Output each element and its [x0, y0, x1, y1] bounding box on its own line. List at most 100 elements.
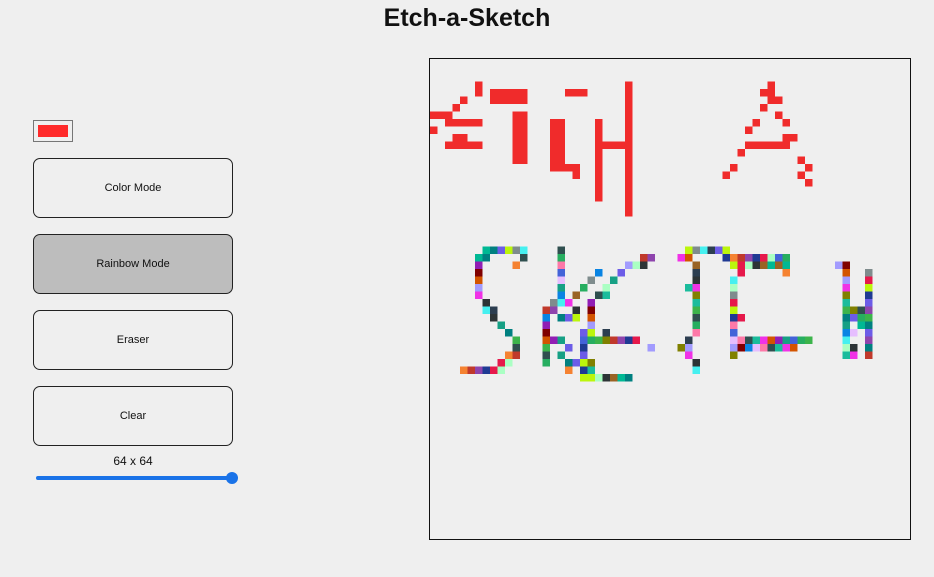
grid-cell[interactable] [767, 141, 776, 150]
grid-cell[interactable] [467, 366, 476, 375]
grid-cell[interactable] [745, 261, 753, 270]
grid-cell[interactable] [625, 96, 633, 105]
grid-cell[interactable] [542, 359, 551, 367]
grid-cell[interactable] [557, 134, 566, 142]
grid-cell[interactable] [595, 269, 603, 277]
grid-cell[interactable] [790, 336, 798, 345]
grid-cell[interactable] [617, 141, 626, 150]
grid-cell[interactable] [550, 156, 558, 165]
grid-cell[interactable] [557, 291, 566, 300]
grid-cell[interactable] [610, 141, 618, 150]
grid-cell[interactable] [805, 336, 813, 345]
grid-cell[interactable] [452, 104, 461, 112]
grid-cell[interactable] [842, 291, 851, 300]
grid-cell[interactable] [520, 254, 528, 262]
grid-cell[interactable] [865, 321, 873, 330]
grid-cell[interactable] [700, 246, 708, 255]
grid-cell[interactable] [580, 374, 588, 382]
grid-cell[interactable] [760, 141, 768, 150]
grid-cell[interactable] [542, 321, 551, 330]
grid-cell[interactable] [745, 254, 753, 262]
grid-cell[interactable] [760, 261, 768, 270]
grid-cell[interactable] [490, 96, 498, 105]
grid-cell[interactable] [490, 306, 498, 315]
grid-cell[interactable] [865, 269, 873, 277]
grid-cell[interactable] [512, 336, 521, 345]
grid-cell[interactable] [587, 306, 596, 315]
grid-cell[interactable] [737, 254, 746, 262]
grid-cell[interactable] [602, 336, 611, 345]
grid-cell[interactable] [505, 351, 513, 360]
grid-cell[interactable] [557, 254, 566, 262]
grid-cell[interactable] [490, 314, 498, 322]
grid-cell[interactable] [730, 164, 738, 172]
grid-cell[interactable] [542, 351, 551, 360]
grid-cell[interactable] [692, 261, 701, 270]
grid-cell[interactable] [625, 201, 633, 210]
grid-cell[interactable] [482, 246, 491, 255]
grid-cell[interactable] [797, 156, 806, 165]
grid-cell[interactable] [587, 336, 596, 345]
grid-cell[interactable] [580, 359, 588, 367]
grid-cell[interactable] [625, 111, 633, 120]
grid-cell[interactable] [497, 246, 506, 255]
grid-cell[interactable] [692, 314, 701, 322]
grid-cell[interactable] [752, 261, 761, 270]
grid-cell[interactable] [625, 134, 633, 142]
grid-cell[interactable] [520, 89, 528, 97]
grid-cell[interactable] [865, 276, 873, 285]
grid-cell[interactable] [595, 291, 603, 300]
grid-cell[interactable] [520, 126, 528, 135]
grid-cell[interactable] [580, 366, 588, 375]
grid-cell[interactable] [625, 209, 633, 217]
sketch-canvas[interactable] [430, 59, 910, 539]
grid-cell[interactable] [475, 366, 483, 375]
grid-cell[interactable] [865, 299, 873, 307]
grid-cell[interactable] [767, 89, 776, 97]
grid-cell[interactable] [745, 336, 753, 345]
grid-cell[interactable] [542, 344, 551, 352]
grid-cell[interactable] [580, 344, 588, 352]
grid-cell[interactable] [520, 111, 528, 120]
grid-cell[interactable] [587, 366, 596, 375]
grid-cell[interactable] [625, 261, 633, 270]
grid-cell[interactable] [782, 344, 791, 352]
grid-cell[interactable] [490, 246, 498, 255]
grid-cell[interactable] [865, 329, 873, 337]
grid-cell[interactable] [745, 126, 753, 135]
grid-cell[interactable] [790, 344, 798, 352]
grid-cell[interactable] [782, 119, 791, 127]
grid-cell[interactable] [752, 254, 761, 262]
grid-cell[interactable] [475, 291, 483, 300]
grid-cell[interactable] [730, 344, 738, 352]
grid-cell[interactable] [475, 141, 483, 150]
grid-cell[interactable] [602, 291, 611, 300]
grid-cell[interactable] [865, 306, 873, 315]
grid-cell[interactable] [542, 336, 551, 345]
grid-cell[interactable] [730, 329, 738, 337]
grid-cell[interactable] [512, 111, 521, 120]
grid-cell[interactable] [692, 246, 701, 255]
eraser-button[interactable]: Eraser [33, 310, 233, 370]
grid-cell[interactable] [550, 119, 558, 127]
grid-cell[interactable] [550, 126, 558, 135]
grid-cell[interactable] [565, 344, 573, 352]
grid-cell[interactable] [505, 89, 513, 97]
grid-cell[interactable] [730, 291, 738, 300]
grid-cell[interactable] [550, 164, 558, 172]
grid-cell[interactable] [625, 179, 633, 187]
grid-cell[interactable] [625, 126, 633, 135]
grid-cell[interactable] [602, 284, 611, 292]
grid-cell[interactable] [550, 306, 558, 315]
grid-cell[interactable] [767, 254, 776, 262]
grid-cell[interactable] [497, 359, 506, 367]
grid-cell[interactable] [520, 134, 528, 142]
grid-cell[interactable] [842, 321, 851, 330]
grid-cell[interactable] [752, 336, 761, 345]
grid-cell[interactable] [632, 261, 641, 270]
grid-cell[interactable] [625, 374, 633, 382]
grid-cell[interactable] [587, 329, 596, 337]
grid-cell[interactable] [512, 344, 521, 352]
grid-cell[interactable] [512, 261, 521, 270]
grid-cell[interactable] [805, 179, 813, 187]
